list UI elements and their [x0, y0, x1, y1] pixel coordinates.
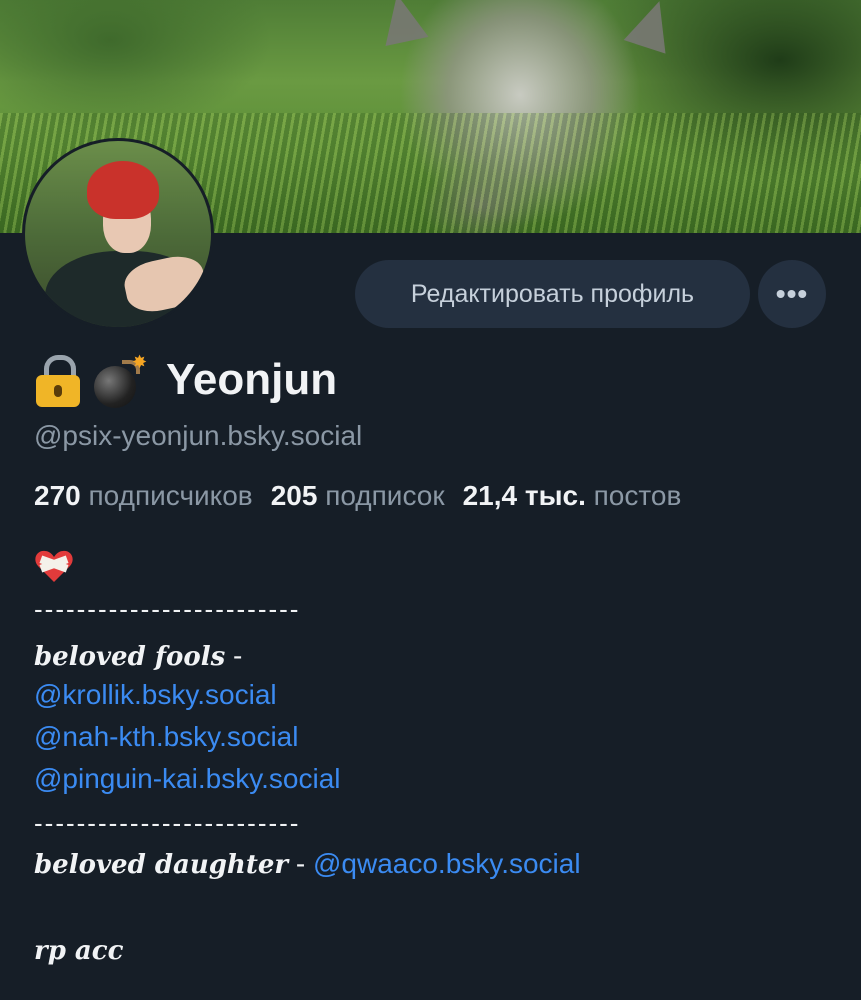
followers-stat[interactable]: 270 подписчиков	[34, 480, 253, 512]
posts-stat: 21,4 тыс. постов	[463, 480, 682, 512]
bio-divider: -------------------------	[34, 808, 301, 838]
bio-fools-heading: beloved fools -	[34, 640, 242, 672]
posts-label: постов	[593, 480, 682, 511]
more-options-button[interactable]: •••	[758, 260, 826, 328]
avatar-hair	[87, 161, 159, 219]
profile-handle: @psix-yeonjun.bsky.social	[34, 420, 363, 451]
banner-cat-ear	[623, 0, 681, 54]
avatar[interactable]	[22, 138, 214, 330]
following-stat[interactable]: 205 подписок	[271, 480, 445, 512]
bio-footer: rp acc	[34, 936, 124, 966]
following-count: 205	[270, 480, 318, 511]
fools-separator: -	[225, 640, 243, 671]
bio-daughter-line: beloved daughter - @qwaaco.bsky.social	[34, 848, 581, 880]
display-name-row: ✸ Yeonjun	[34, 350, 337, 410]
mending-heart-icon	[35, 550, 73, 582]
profile-stats: 270 подписчиков 205 подписок 21,4 тыс. п…	[34, 480, 699, 512]
followers-count: 270	[34, 480, 81, 511]
fools-label: beloved fools	[34, 642, 226, 672]
display-name: Yeonjun	[166, 355, 338, 404]
bomb-icon: ✸	[94, 352, 148, 408]
posts-count: 21,4 тыс.	[462, 480, 586, 511]
bio-divider: -------------------------	[34, 594, 301, 624]
following-label: подписок	[325, 480, 445, 511]
mention-link[interactable]: @krollik.bsky.social	[34, 679, 277, 711]
daughter-separator: -	[288, 848, 313, 879]
daughter-label: beloved daughter	[34, 850, 289, 880]
mention-link[interactable]: @qwaaco.bsky.social	[313, 848, 581, 879]
followers-label: подписчиков	[88, 480, 253, 511]
mention-link[interactable]: @pinguin-kai.bsky.social	[34, 763, 340, 795]
banner-cat-ear	[375, 0, 429, 47]
mention-link[interactable]: @nah-kth.bsky.social	[34, 721, 298, 753]
lock-icon	[34, 353, 82, 407]
edit-profile-button[interactable]: Редактировать профиль	[355, 260, 750, 328]
